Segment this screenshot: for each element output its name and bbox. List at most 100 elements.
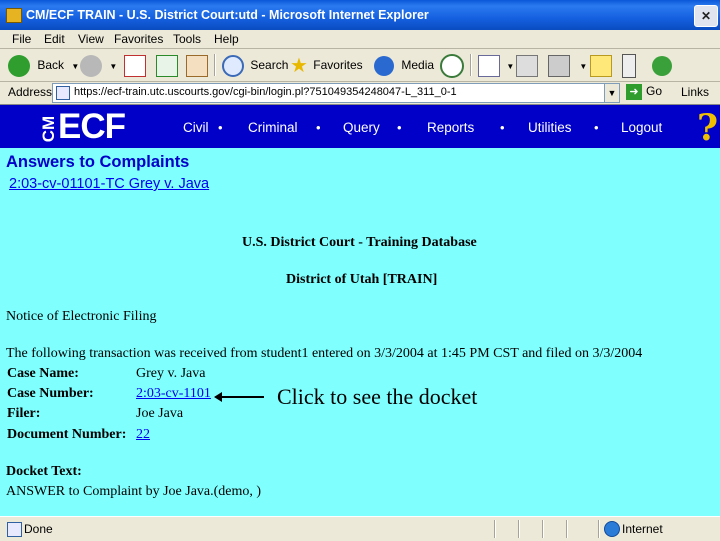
annotation-arrowhead bbox=[214, 392, 222, 402]
annotation-arrow bbox=[218, 396, 264, 398]
menu-favorites[interactable]: Favorites bbox=[114, 32, 163, 46]
filer-label: Filer: bbox=[7, 406, 41, 421]
messenger-people-icon bbox=[652, 55, 672, 76]
refresh-button[interactable] bbox=[156, 53, 178, 77]
internet-globe-icon bbox=[604, 521, 620, 537]
address-label: Address bbox=[8, 85, 53, 99]
notice-heading: Notice of Electronic Filing bbox=[6, 309, 157, 324]
refresh-icon bbox=[156, 54, 178, 77]
page-done-icon bbox=[7, 522, 22, 537]
document-number-link[interactable]: 22 bbox=[136, 427, 150, 443]
toolbar-separator bbox=[470, 54, 472, 76]
annotation-text: Click to see the docket bbox=[277, 384, 478, 409]
go-arrow-icon: ➜ bbox=[626, 84, 642, 100]
address-input[interactable]: https://ecf-train.utc.uscourts.gov/cgi-b… bbox=[52, 83, 606, 103]
close-icon[interactable]: ✕ bbox=[694, 5, 718, 27]
home-icon bbox=[186, 54, 208, 77]
docket-text: ANSWER to Complaint by Joe Java.(demo, ) bbox=[6, 484, 262, 499]
status-text: Done bbox=[24, 522, 53, 536]
status-divider bbox=[598, 520, 600, 538]
help-question-icon[interactable]: ? bbox=[697, 107, 718, 149]
go-label: Go bbox=[646, 84, 663, 99]
edit-button[interactable]: ▼ bbox=[548, 53, 587, 77]
address-bar: Address https://ecf-train.utc.uscourts.g… bbox=[0, 82, 720, 105]
print-button[interactable] bbox=[516, 53, 538, 77]
menu-help[interactable]: Help bbox=[214, 32, 239, 46]
nav-logout[interactable]: Logout bbox=[621, 120, 662, 135]
mail-button[interactable]: ▼ bbox=[478, 53, 514, 77]
messenger-button[interactable] bbox=[652, 53, 672, 77]
nav-separator: • bbox=[218, 120, 223, 135]
logo-ecf: ECF bbox=[58, 107, 126, 146]
favorites-button[interactable]: ★ Favorites bbox=[290, 53, 363, 77]
docket-text-label: Docket Text: bbox=[6, 464, 82, 479]
back-label: Back bbox=[37, 58, 65, 72]
history-button[interactable] bbox=[440, 53, 464, 78]
page-content: CM ECF Civil • Criminal • Query • Report… bbox=[0, 105, 720, 516]
menu-file[interactable]: File bbox=[12, 32, 31, 46]
district-heading: District of Utah [TRAIN] bbox=[286, 272, 438, 287]
nav-reports[interactable]: Reports bbox=[427, 120, 474, 135]
discuss-button[interactable] bbox=[590, 53, 612, 77]
edit-icon bbox=[548, 54, 570, 77]
mobile-device-icon bbox=[622, 53, 636, 78]
search-label: Search bbox=[250, 58, 289, 72]
search-button[interactable]: Search bbox=[222, 53, 288, 77]
document-number-label: Document Number: bbox=[7, 427, 127, 442]
status-bar: Done Internet bbox=[0, 516, 720, 541]
menu-edit[interactable]: Edit bbox=[44, 32, 65, 46]
page-icon bbox=[56, 86, 70, 100]
favorites-label: Favorites bbox=[313, 58, 363, 72]
media-button[interactable]: Media bbox=[374, 53, 434, 77]
menu-view[interactable]: View bbox=[78, 32, 104, 46]
title-bar: CM/ECF TRAIN - U.S. District Court:utd -… bbox=[0, 0, 720, 30]
address-url: https://ecf-train.utc.uscourts.gov/cgi-b… bbox=[74, 86, 457, 98]
case-name-value: Grey v. Java bbox=[136, 366, 206, 381]
print-icon bbox=[516, 54, 538, 77]
home-button[interactable] bbox=[186, 53, 208, 77]
status-divider bbox=[566, 520, 568, 538]
nav-separator: • bbox=[316, 120, 321, 135]
security-zone-text: Internet bbox=[622, 522, 663, 536]
stop-button[interactable] bbox=[124, 53, 146, 77]
status-divider bbox=[542, 520, 544, 538]
back-arrow-icon bbox=[8, 54, 30, 77]
menu-tools[interactable]: Tools bbox=[173, 32, 201, 46]
links-button[interactable]: Links bbox=[681, 85, 709, 99]
media-label: Media bbox=[401, 58, 435, 72]
transaction-text: The following transaction was received f… bbox=[6, 346, 643, 361]
filer-value: Joe Java bbox=[136, 406, 184, 421]
mobile-button[interactable] bbox=[622, 53, 636, 78]
toolbar: Back ▼ ▼ Search ★ Favorites Media ▼ ▼ bbox=[0, 49, 720, 82]
case-number-link[interactable]: 2:03-cv-1101 bbox=[136, 386, 211, 402]
forward-arrow-icon bbox=[80, 54, 102, 77]
mail-icon bbox=[478, 54, 500, 77]
ecf-nav-bar: CM ECF Civil • Criminal • Query • Report… bbox=[0, 105, 720, 149]
nav-civil[interactable]: Civil bbox=[183, 120, 209, 135]
forward-button[interactable]: ▼ bbox=[80, 53, 117, 77]
history-icon bbox=[440, 53, 464, 78]
case-link[interactable]: 2:03-cv-01101-TC Grey v. Java bbox=[9, 176, 209, 192]
court-heading: U.S. District Court - Training Database bbox=[242, 235, 477, 250]
logo-cm: CM bbox=[39, 115, 59, 143]
nav-utilities[interactable]: Utilities bbox=[528, 120, 572, 135]
back-button[interactable]: Back ▼ bbox=[8, 53, 79, 77]
case-name-label: Case Name: bbox=[7, 366, 79, 381]
nav-separator: • bbox=[594, 120, 599, 135]
go-button[interactable]: ➜ Go bbox=[626, 84, 662, 100]
nav-query[interactable]: Query bbox=[343, 120, 380, 135]
search-icon bbox=[222, 54, 244, 77]
nav-separator: • bbox=[500, 120, 505, 135]
ie-window-icon bbox=[6, 8, 22, 23]
media-globe-icon bbox=[374, 55, 394, 76]
status-divider bbox=[494, 520, 496, 538]
nav-separator: • bbox=[397, 120, 402, 135]
window-title: CM/ECF TRAIN - U.S. District Court:utd -… bbox=[26, 8, 429, 22]
toolbar-separator bbox=[214, 54, 216, 76]
favorites-star-icon: ★ bbox=[290, 54, 308, 77]
address-dropdown-icon[interactable]: ▼ bbox=[604, 83, 620, 103]
nav-criminal[interactable]: Criminal bbox=[248, 120, 298, 135]
case-number-label: Case Number: bbox=[7, 386, 94, 401]
discuss-note-icon bbox=[590, 54, 612, 77]
menu-bar: File Edit View Favorites Tools Help bbox=[0, 30, 720, 49]
